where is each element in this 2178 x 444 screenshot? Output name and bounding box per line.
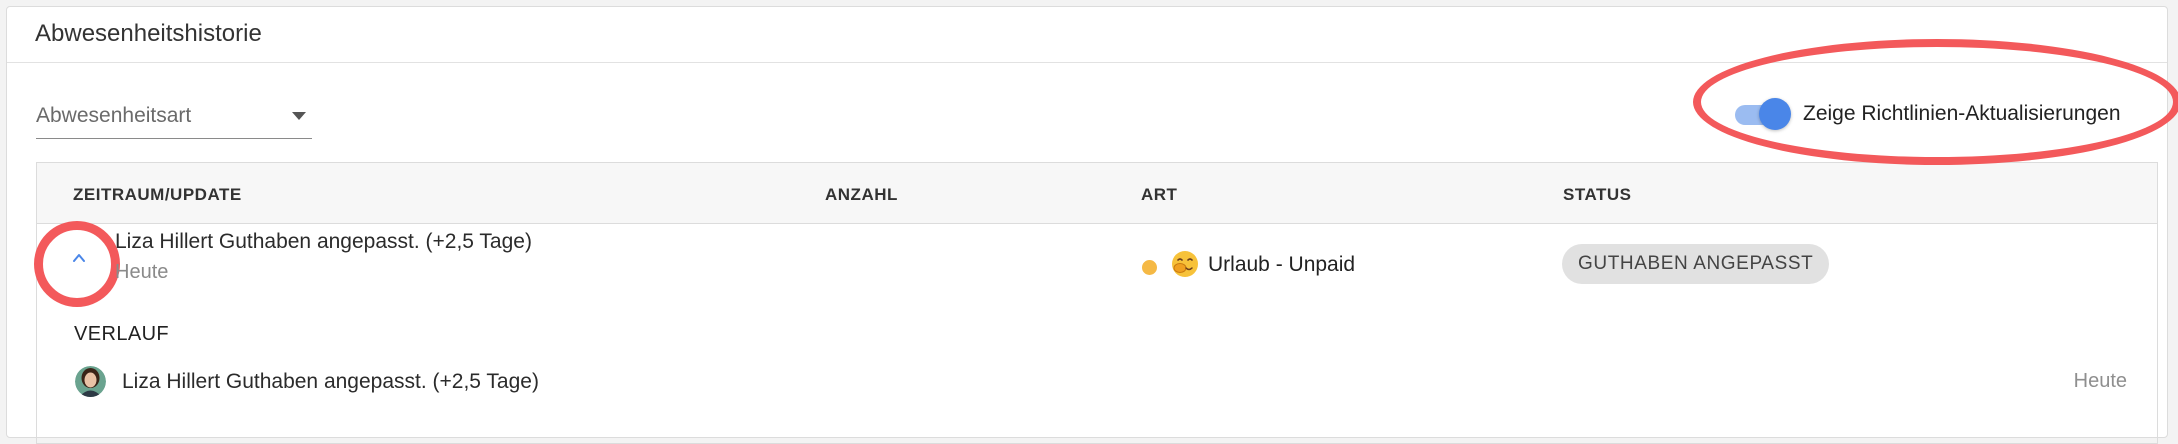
chevron-up-icon[interactable]	[72, 251, 86, 265]
absence-type-label: Urlaub - Unpaid	[1208, 253, 1356, 276]
column-header-type: ART	[1141, 185, 1178, 204]
card-header: Abwesenheitshistorie	[7, 7, 2167, 63]
row-date: Heute	[115, 261, 169, 283]
table-header: ZEITRAUM/UPDATE ANZAHL ART STATUS	[37, 163, 2157, 224]
face-with-hand-over-mouth-icon	[1172, 251, 1198, 277]
avatar	[75, 366, 106, 397]
card-title: Abwesenheitshistorie	[35, 20, 262, 47]
column-header-status: STATUS	[1563, 185, 1632, 204]
row-title: Liza Hillert Guthaben angepasst. (+2,5 T…	[115, 230, 532, 253]
history-heading: VERLAUF	[74, 323, 170, 345]
absence-history-card: Abwesenheitshistorie Abwesenheitsart Zei…	[6, 6, 2168, 444]
toggle-knob	[1759, 98, 1791, 130]
absence-type-select-value: Abwesenheitsart	[36, 104, 192, 127]
column-header-period: ZEITRAUM/UPDATE	[73, 185, 242, 204]
status-badge: GUTHABEN ANGEPASST	[1562, 244, 1830, 284]
toggle-label: Zeige Richtlinien-Aktualisierungen	[1803, 102, 2121, 125]
caret-down-icon	[292, 112, 306, 120]
absence-table: ZEITRAUM/UPDATE ANZAHL ART STATUS Liza H…	[34, 162, 2158, 444]
history-item-text: Liza Hillert Guthaben angepasst. (+2,5 T…	[122, 370, 539, 393]
column-header-amount: ANZAHL	[825, 185, 898, 204]
type-color-dot	[1142, 260, 1157, 275]
absence-type-select[interactable]: Abwesenheitsart	[36, 100, 312, 139]
history-item-date: Heute	[2073, 370, 2127, 392]
